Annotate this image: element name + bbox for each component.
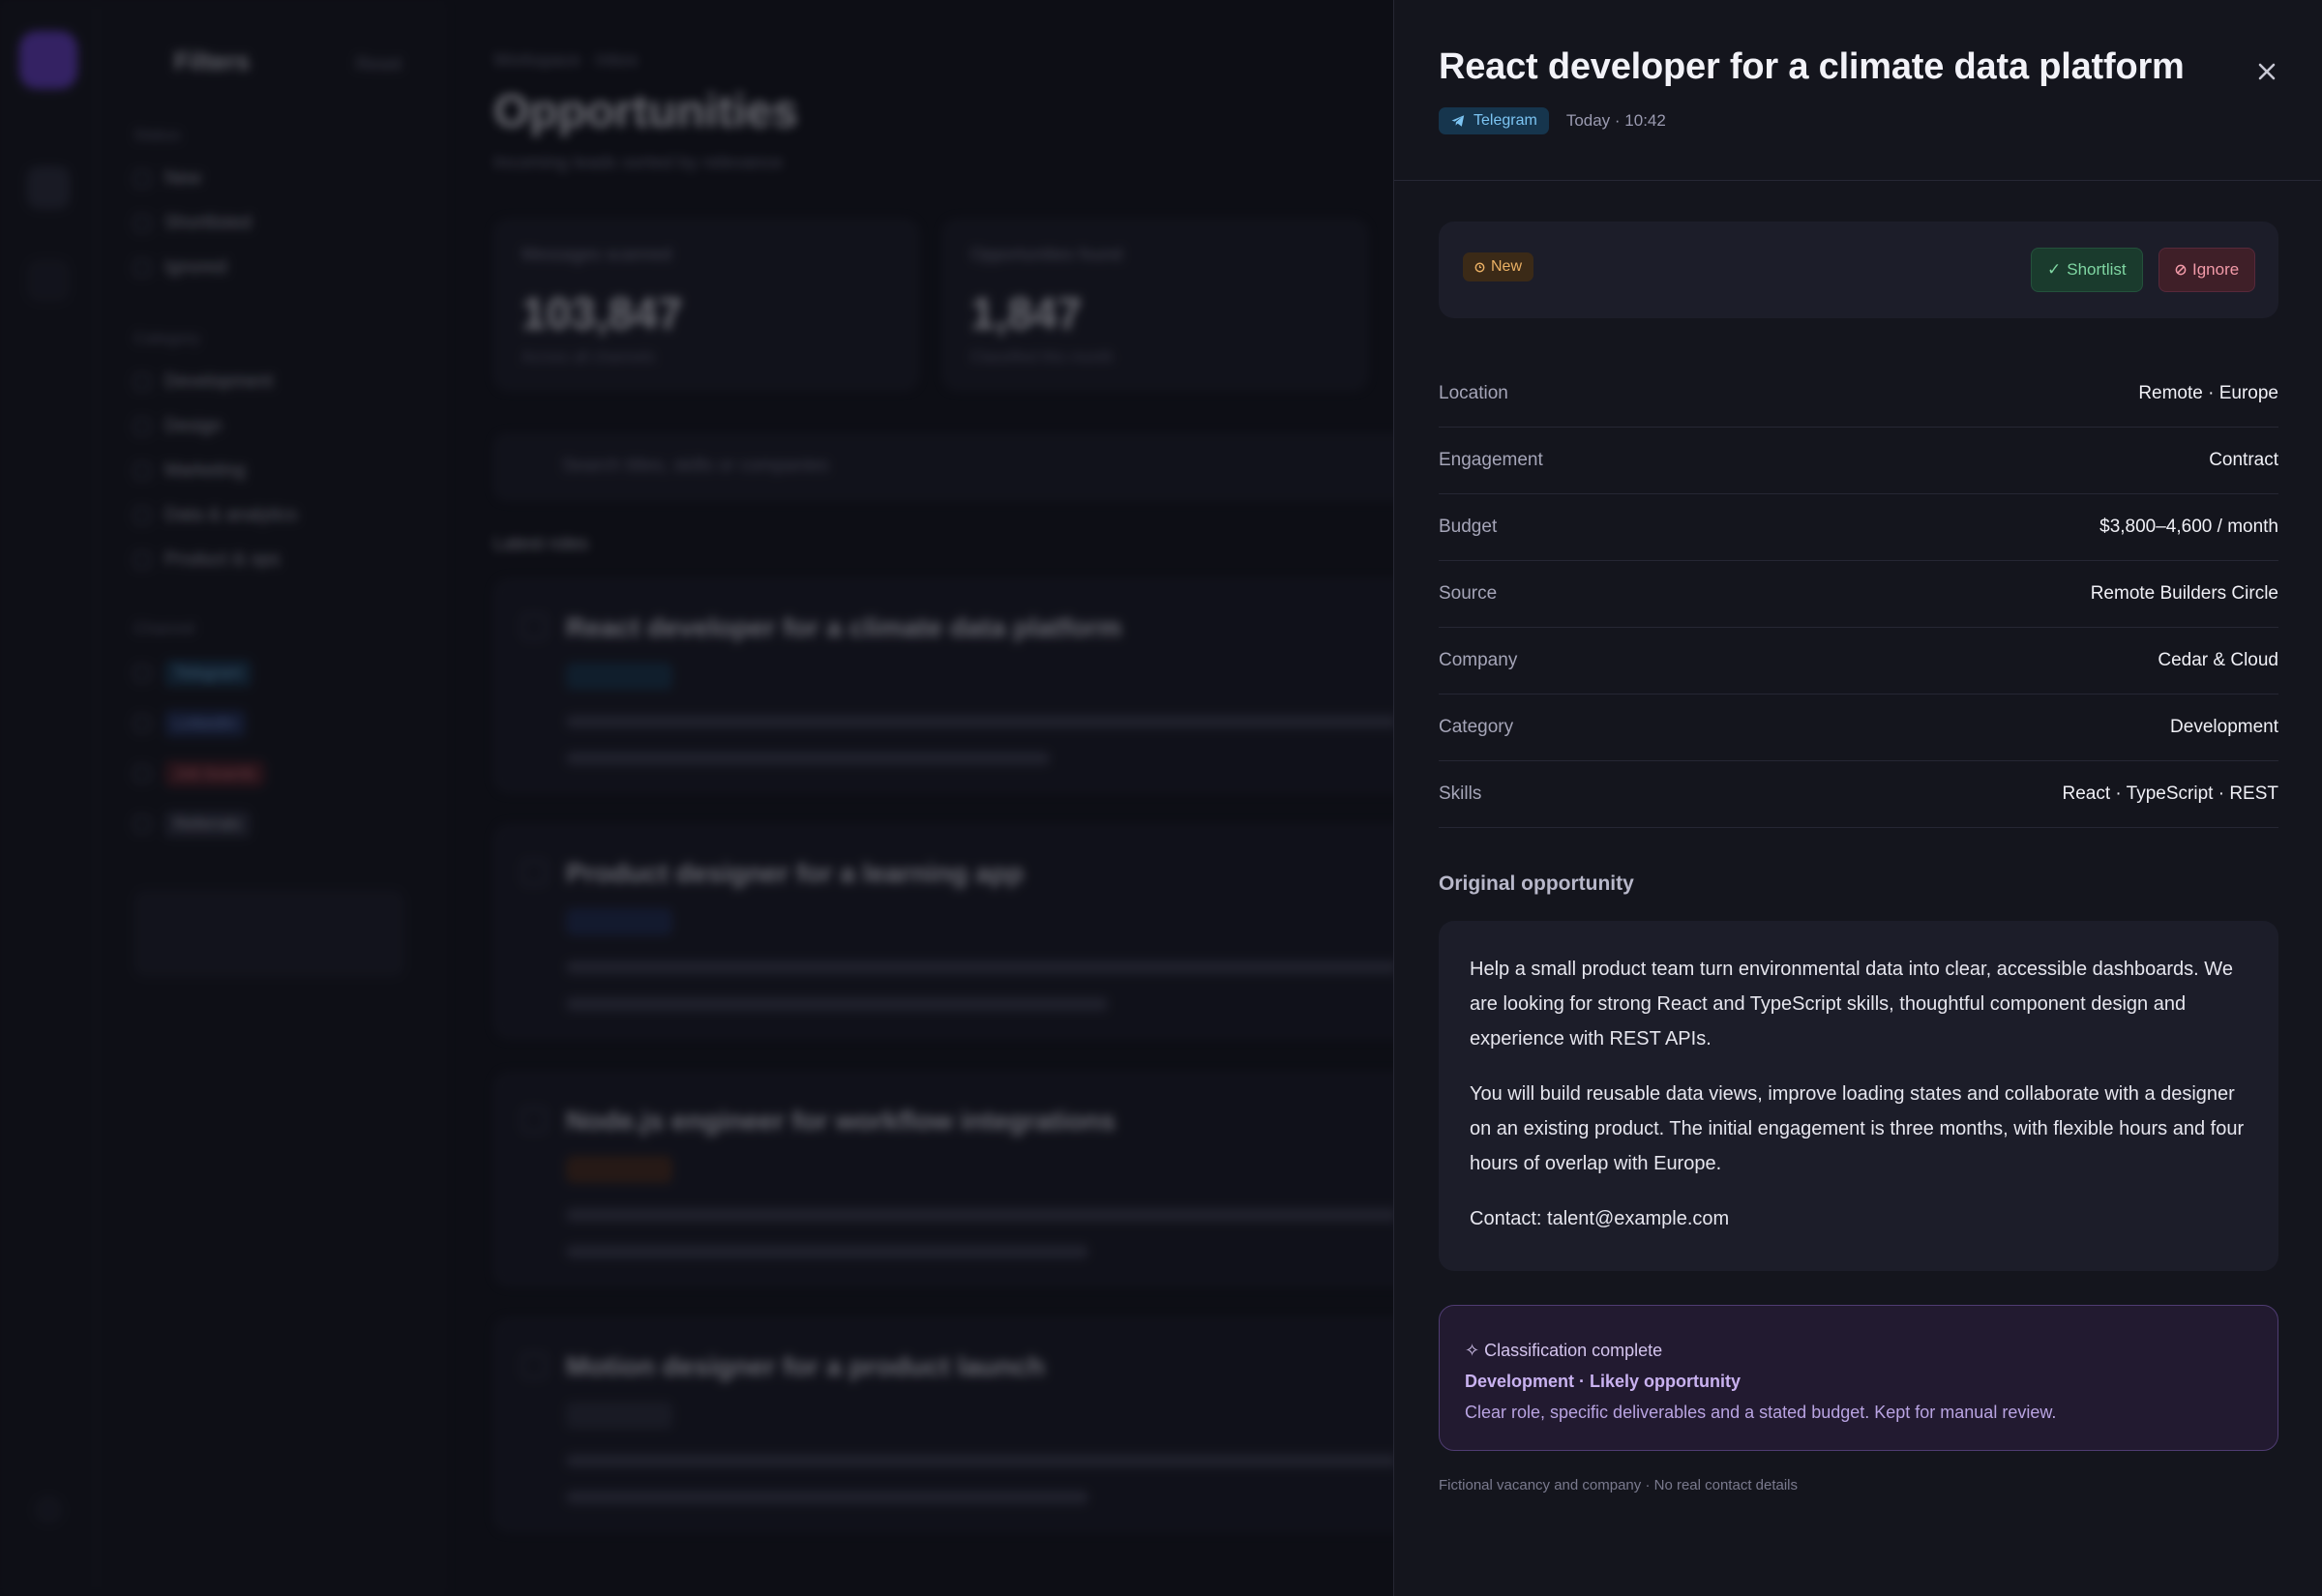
list-item[interactable]: React developer for a climate data platf… <box>493 578 1442 793</box>
timestamp: Today · 10:42 <box>1565 111 1666 130</box>
opportunity-drawer: React developer for a climate data platf… <box>1393 0 2322 1596</box>
detail-row-engagement: Engagement Contract <box>1439 428 2278 494</box>
filters-hint-box <box>134 890 404 977</box>
check-icon: ✓ <box>2047 260 2062 279</box>
detail-row-location: Location Remote · Europe <box>1439 361 2278 428</box>
detail-key: Location <box>1439 383 1508 403</box>
filters-title: Filters <box>174 46 251 75</box>
filter-item[interactable]: Shortlisted <box>134 213 252 234</box>
channel-label: Telegram <box>1474 112 1537 129</box>
stat-card: Messages scanned 103,847 Across all chan… <box>493 219 919 391</box>
clock-icon <box>1474 262 1485 272</box>
filter-group-label: Status <box>134 126 181 144</box>
nav-rail <box>0 0 97 1596</box>
filters-panel: Filters Reset Status New Shortlisted Ign… <box>97 0 445 1596</box>
list-item[interactable]: Product designer for a learning app <box>493 824 1442 1039</box>
page-title: Opportunities <box>493 86 798 137</box>
filter-item[interactable]: New <box>134 168 201 190</box>
detail-key: Budget <box>1439 517 1498 537</box>
filter-item[interactable]: Telegram <box>134 660 252 687</box>
detail-value: React · TypeScript · REST <box>2062 783 2279 804</box>
detail-row-category: Category Development <box>1439 695 2278 761</box>
stat-card: Opportunities found 1,847 Classified thi… <box>942 219 1368 391</box>
nav-inbox-icon[interactable] <box>27 166 70 209</box>
filter-item[interactable]: Referrals <box>134 811 251 838</box>
detail-row-budget: Budget $3,800–4,600 / month <box>1439 494 2278 561</box>
nav-settings-icon[interactable] <box>27 259 70 302</box>
page-subtitle: Incoming leads sorted by relevance <box>493 153 783 173</box>
shortlist-button[interactable]: ✓ Shortlist <box>2031 248 2143 292</box>
detail-key: Engagement <box>1439 450 1543 470</box>
original-message-card: Help a small product team turn environme… <box>1439 921 2278 1271</box>
original-heading: Original opportunity <box>1439 872 1634 895</box>
app-logo <box>19 31 77 89</box>
close-button[interactable] <box>2246 50 2288 93</box>
filter-item[interactable]: LinkedIn <box>134 710 247 737</box>
avatar[interactable] <box>34 1495 63 1524</box>
filter-item[interactable]: Marketing <box>134 460 245 482</box>
close-icon <box>2258 63 2276 80</box>
detail-value: $3,800–4,600 / month <box>2099 517 2278 537</box>
classification-status: ✧ Classification complete <box>1465 1341 1663 1360</box>
filters-reset-link[interactable]: Reset <box>356 54 402 74</box>
footnote: Fictional vacancy and company · No real … <box>1439 1477 1799 1493</box>
classification-card: ✧ Classification complete Development · … <box>1439 1305 2278 1451</box>
detail-key: Skills <box>1439 783 1482 804</box>
detail-key: Source <box>1439 583 1498 604</box>
background-app: Filters Reset Status New Shortlisted Ign… <box>0 0 1442 1596</box>
filter-item[interactable]: Job boards <box>134 760 266 787</box>
list-item[interactable]: Motion designer for a product launch <box>493 1317 1442 1532</box>
drawer-meta: Telegram Today · 10:42 <box>1439 107 1666 134</box>
block-icon <box>2175 264 2187 276</box>
main-area: Workspace · Inbox Opportunities Incoming… <box>445 0 1442 1596</box>
list-item[interactable]: Node.js engineer for workflow integratio… <box>493 1072 1442 1286</box>
filter-item[interactable]: Product & ops <box>134 549 280 571</box>
detail-value: Contract <box>2209 450 2278 470</box>
detail-value: Development <box>2170 717 2278 737</box>
telegram-icon <box>1451 115 1465 127</box>
classification-result: Development · Likely opportunity <box>1465 1372 1742 1391</box>
filter-item[interactable]: Development <box>134 371 273 393</box>
detail-value: Remote · Europe <box>2138 383 2278 403</box>
filter-item[interactable]: Ignored <box>134 257 226 279</box>
breadcrumb: Workspace · Inbox <box>493 50 639 70</box>
detail-row-company: Company Cedar & Cloud <box>1439 628 2278 695</box>
detail-row-source: Source Remote Builders Circle <box>1439 561 2278 628</box>
detail-value: Cedar & Cloud <box>2158 650 2278 670</box>
status-badge-label: New <box>1491 258 1523 275</box>
filter-group-label: Category <box>134 329 200 347</box>
shortlist-label: Shortlist <box>2067 260 2127 279</box>
detail-value: Remote Builders Circle <box>2090 583 2278 604</box>
original-paragraph: Help a small product team turn environme… <box>1470 959 2233 1049</box>
detail-key: Company <box>1439 650 1518 670</box>
original-paragraph: You will build reusable data views, impr… <box>1470 1083 2245 1174</box>
ignore-label: Ignore <box>2192 260 2240 279</box>
detail-key: Category <box>1439 717 1514 737</box>
drawer-header: React developer for a climate data platf… <box>1394 0 2321 181</box>
ignore-button[interactable]: Ignore <box>2158 248 2256 292</box>
detail-row-skills: Skills React · TypeScript · REST <box>1439 761 2278 828</box>
filter-item[interactable]: Design <box>134 416 222 437</box>
filter-group-label: Channel <box>134 619 195 637</box>
filter-item[interactable]: Data & analytics <box>134 505 297 526</box>
status-card: New ✓ Shortlist Ignore <box>1439 222 2278 318</box>
original-contact: Contact: talent@example.com <box>1470 1208 1730 1229</box>
drawer-title: React developer for a climate data platf… <box>1439 46 2185 87</box>
status-badge: New <box>1463 252 1534 281</box>
list-heading: Latest roles <box>493 534 589 554</box>
channel-badge: Telegram <box>1439 107 1549 134</box>
details-list: Location Remote · Europe Engagement Cont… <box>1439 361 2278 828</box>
classification-reason: Clear role, specific deliverables and a … <box>1465 1403 2057 1422</box>
search-input[interactable]: Search titles, skills or companies <box>493 433 1442 501</box>
